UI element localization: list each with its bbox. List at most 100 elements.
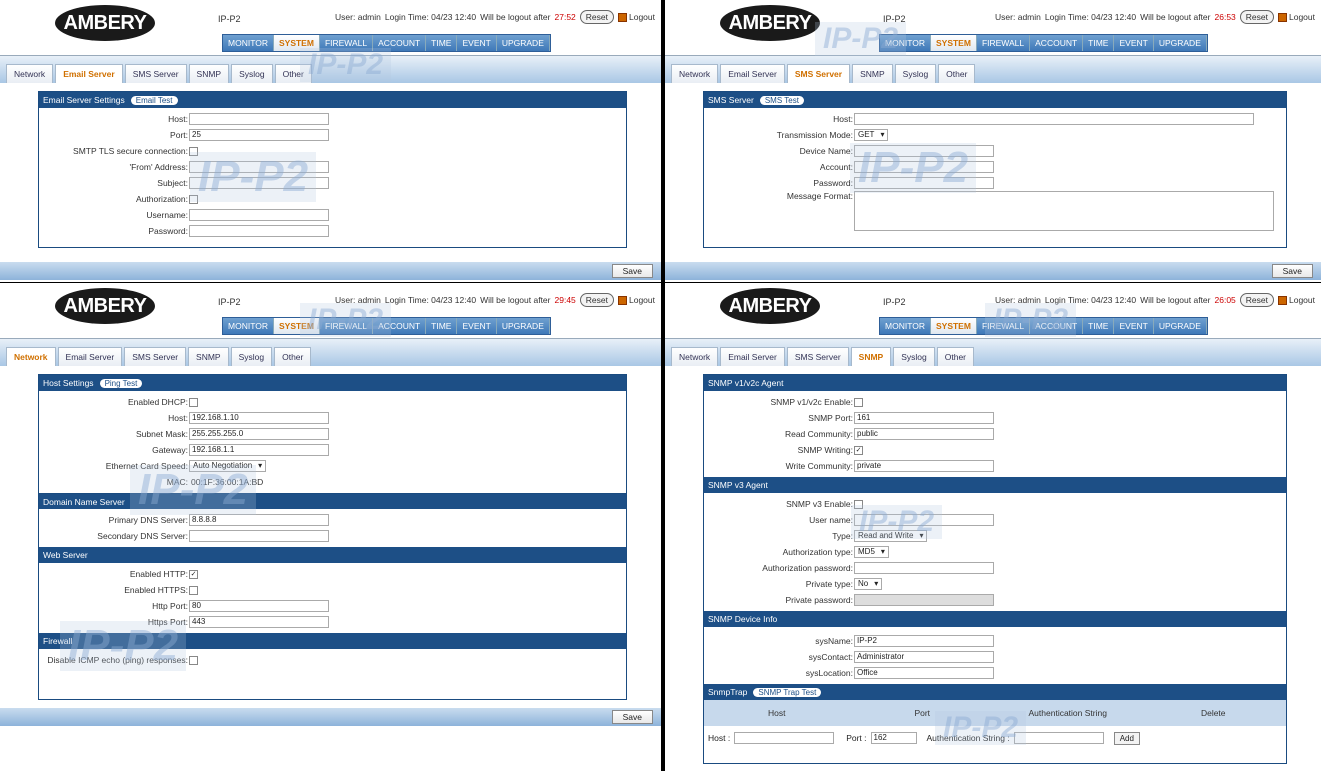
- host-input[interactable]: [854, 113, 1254, 125]
- tab-syslog[interactable]: Syslog: [230, 347, 273, 366]
- nav-monitor[interactable]: MONITOR: [880, 318, 931, 334]
- tab-snmp[interactable]: SNMP: [850, 347, 892, 366]
- syscontact-input[interactable]: Administrator: [854, 651, 994, 663]
- https-checkbox[interactable]: [189, 585, 198, 595]
- tab-network[interactable]: Network: [671, 64, 719, 83]
- v3-enable-checkbox[interactable]: [854, 499, 863, 509]
- nav-monitor[interactable]: MONITOR: [880, 35, 931, 51]
- https-port-input[interactable]: 443: [189, 616, 329, 628]
- tab-network[interactable]: Network: [6, 64, 54, 83]
- nav-account[interactable]: ACCOUNT: [1030, 35, 1084, 51]
- pdns-input[interactable]: 8.8.8.8: [189, 514, 329, 526]
- nav-firewall[interactable]: FIREWALL: [977, 318, 1031, 334]
- tab-sms-server[interactable]: SMS Server: [786, 347, 849, 366]
- format-textarea[interactable]: [854, 191, 1274, 231]
- nav-system[interactable]: SYSTEM: [930, 318, 977, 334]
- nav-event[interactable]: EVENT: [457, 318, 497, 334]
- tab-syslog[interactable]: Syslog: [893, 347, 935, 366]
- dhcp-checkbox[interactable]: [189, 397, 198, 407]
- tab-email-server[interactable]: Email Server: [55, 64, 123, 83]
- tab-other[interactable]: Other: [274, 347, 312, 366]
- write-community-input[interactable]: private: [854, 460, 994, 472]
- trap-host-input[interactable]: [734, 732, 835, 744]
- logout-link[interactable]: Logout: [1278, 12, 1315, 22]
- tab-other[interactable]: Other: [274, 64, 312, 83]
- from-input[interactable]: [189, 161, 329, 173]
- account-input[interactable]: [854, 161, 994, 173]
- tab-sms-server[interactable]: SMS Server: [786, 64, 851, 83]
- read-community-input[interactable]: public: [854, 428, 994, 440]
- add-button[interactable]: Add: [1113, 731, 1140, 745]
- http-checkbox[interactable]: ✓: [189, 569, 198, 579]
- sysloc-input[interactable]: Office: [854, 667, 994, 679]
- v2-enable-checkbox[interactable]: [854, 397, 863, 407]
- nav-upgrade[interactable]: UPGRADE: [1154, 318, 1207, 334]
- tab-syslog[interactable]: Syslog: [894, 64, 937, 83]
- reset-button[interactable]: Reset: [579, 293, 614, 307]
- nav-upgrade[interactable]: UPGRADE: [497, 35, 550, 51]
- tab-syslog[interactable]: Syslog: [231, 64, 273, 83]
- email-test-button[interactable]: Email Test: [130, 95, 178, 105]
- nav-upgrade[interactable]: UPGRADE: [497, 318, 550, 334]
- trap-auth-input[interactable]: [1013, 732, 1104, 744]
- nav-monitor[interactable]: MONITOR: [223, 318, 274, 334]
- nav-time[interactable]: TIME: [1083, 35, 1115, 51]
- nav-event[interactable]: EVENT: [1114, 35, 1154, 51]
- host-input[interactable]: 192.168.1.10: [189, 412, 329, 424]
- tab-other[interactable]: Other: [938, 64, 976, 83]
- tab-email-server[interactable]: Email Server: [720, 64, 785, 83]
- authtype-select[interactable]: MD5: [854, 546, 889, 558]
- nav-firewall[interactable]: FIREWALL: [320, 318, 374, 334]
- privpw-input[interactable]: [854, 594, 994, 606]
- privtype-select[interactable]: No: [854, 578, 883, 590]
- type-select[interactable]: Read and Write: [854, 530, 928, 542]
- nav-time[interactable]: TIME: [426, 318, 458, 334]
- http-port-input[interactable]: 80: [189, 600, 329, 612]
- logout-link[interactable]: Logout: [618, 12, 655, 22]
- logout-link[interactable]: Logout: [1278, 295, 1315, 305]
- tab-snmp[interactable]: SNMP: [852, 64, 893, 83]
- nav-monitor[interactable]: MONITOR: [223, 35, 274, 51]
- nav-account[interactable]: ACCOUNT: [373, 318, 427, 334]
- reset-button[interactable]: Reset: [1239, 10, 1274, 24]
- save-button[interactable]: Save: [611, 710, 653, 724]
- sysname-input[interactable]: IP-P2: [854, 635, 994, 647]
- tab-network[interactable]: Network: [6, 347, 56, 366]
- tab-other[interactable]: Other: [936, 347, 975, 366]
- snmp-port-input[interactable]: 161: [854, 412, 994, 424]
- mask-input[interactable]: 255.255.255.0: [189, 428, 329, 440]
- writing-checkbox[interactable]: ✓: [854, 445, 863, 455]
- save-button[interactable]: Save: [611, 264, 653, 278]
- icmp-checkbox[interactable]: [189, 655, 198, 665]
- subject-input[interactable]: [189, 177, 329, 189]
- tab-snmp[interactable]: SNMP: [188, 64, 230, 83]
- password-input[interactable]: [854, 177, 994, 189]
- sdns-input[interactable]: [189, 530, 329, 542]
- nav-system[interactable]: SYSTEM: [273, 318, 320, 334]
- tab-snmp[interactable]: SNMP: [188, 347, 229, 366]
- ping-test-button[interactable]: Ping Test: [99, 378, 143, 388]
- nav-account[interactable]: ACCOUNT: [1030, 318, 1084, 334]
- speed-select[interactable]: Auto Negotiation: [189, 460, 267, 472]
- tab-sms-server[interactable]: SMS Server: [124, 64, 187, 83]
- nav-event[interactable]: EVENT: [457, 35, 497, 51]
- save-button[interactable]: Save: [1271, 264, 1313, 278]
- username-input[interactable]: [189, 209, 329, 221]
- nav-firewall[interactable]: FIREWALL: [977, 35, 1031, 51]
- nav-upgrade[interactable]: UPGRADE: [1154, 35, 1207, 51]
- reset-button[interactable]: Reset: [579, 10, 614, 24]
- trap-test-button[interactable]: SNMP Trap Test: [753, 687, 822, 697]
- sms-test-button[interactable]: SMS Test: [759, 95, 804, 105]
- trap-port-input[interactable]: 162: [870, 732, 917, 744]
- nav-account[interactable]: ACCOUNT: [373, 35, 427, 51]
- v3-username-input[interactable]: [854, 514, 994, 526]
- host-input[interactable]: [189, 113, 329, 125]
- port-input[interactable]: 25: [189, 129, 329, 141]
- tab-sms-server[interactable]: SMS Server: [124, 347, 187, 366]
- device-input[interactable]: [854, 145, 994, 157]
- nav-event[interactable]: EVENT: [1114, 318, 1154, 334]
- tls-checkbox[interactable]: [189, 146, 198, 156]
- nav-system[interactable]: SYSTEM: [930, 35, 977, 51]
- nav-system[interactable]: SYSTEM: [273, 35, 320, 51]
- tab-email-server[interactable]: Email Server: [57, 347, 123, 366]
